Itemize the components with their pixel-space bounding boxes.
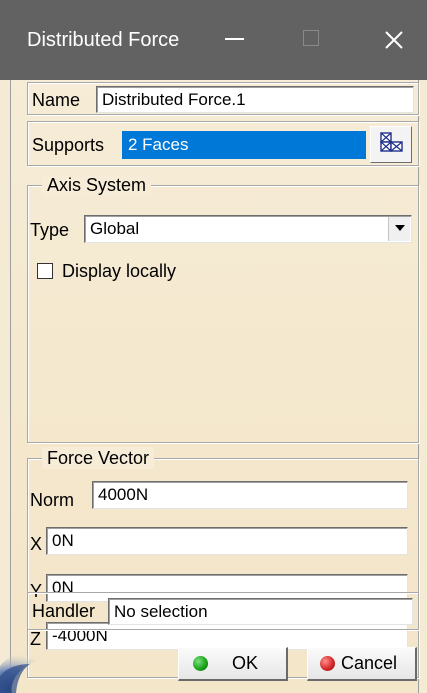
type-label: Type <box>30 220 70 240</box>
display-locally-label: Display locally <box>62 261 177 281</box>
name-label: Name <box>32 90 81 110</box>
close-icon[interactable] <box>376 22 412 58</box>
force-vector-legend: Force Vector <box>42 447 155 469</box>
ok-label: OK <box>232 653 259 673</box>
force-vector-group: Force Vector Norm 4000N X 0N Y 0N Z -400… <box>27 447 419 678</box>
handler-field[interactable]: No selection <box>108 598 413 625</box>
multi-selection-button[interactable] <box>370 126 412 163</box>
display-locally-checkbox[interactable] <box>37 263 53 279</box>
cancel-button[interactable]: Cancel <box>307 647 417 681</box>
decorative-swirl-icon <box>0 636 60 693</box>
x-field[interactable]: 0N <box>46 527 408 555</box>
cancel-icon <box>320 656 335 671</box>
multi-selection-icon <box>371 132 411 166</box>
axis-system-group: Axis System Type Global Display locally <box>27 174 419 443</box>
axis-system-legend: Axis System <box>42 174 152 196</box>
window-title: Distributed Force <box>27 29 180 51</box>
handler-row: Handler No selection <box>27 592 419 630</box>
x-label: X <box>30 534 43 554</box>
dialog-content: Name Distributed Force.1 Supports 2 Face… <box>10 80 419 693</box>
handler-label: Handler <box>32 601 96 621</box>
ok-icon <box>193 656 208 671</box>
name-field[interactable]: Distributed Force.1 <box>96 86 414 113</box>
norm-field[interactable]: 4000N <box>92 481 408 509</box>
minimize-icon[interactable] <box>225 38 244 40</box>
norm-label: Norm <box>30 490 74 510</box>
ok-button[interactable]: OK <box>178 647 288 681</box>
dialog-window: Distributed Force Name Distributed Force… <box>0 0 427 693</box>
cancel-label: Cancel <box>341 653 398 673</box>
type-dropdown[interactable]: Global <box>84 215 412 243</box>
supports-row: Supports 2 Faces <box>27 121 419 166</box>
supports-label: Supports <box>32 135 105 155</box>
type-value: Global <box>90 219 140 238</box>
chevron-down-icon[interactable] <box>388 217 410 241</box>
maximize-icon[interactable] <box>303 30 319 46</box>
supports-field[interactable]: 2 Faces <box>122 131 366 159</box>
name-row: Name Distributed Force.1 <box>27 82 419 115</box>
title-bar[interactable]: Distributed Force <box>0 0 427 80</box>
